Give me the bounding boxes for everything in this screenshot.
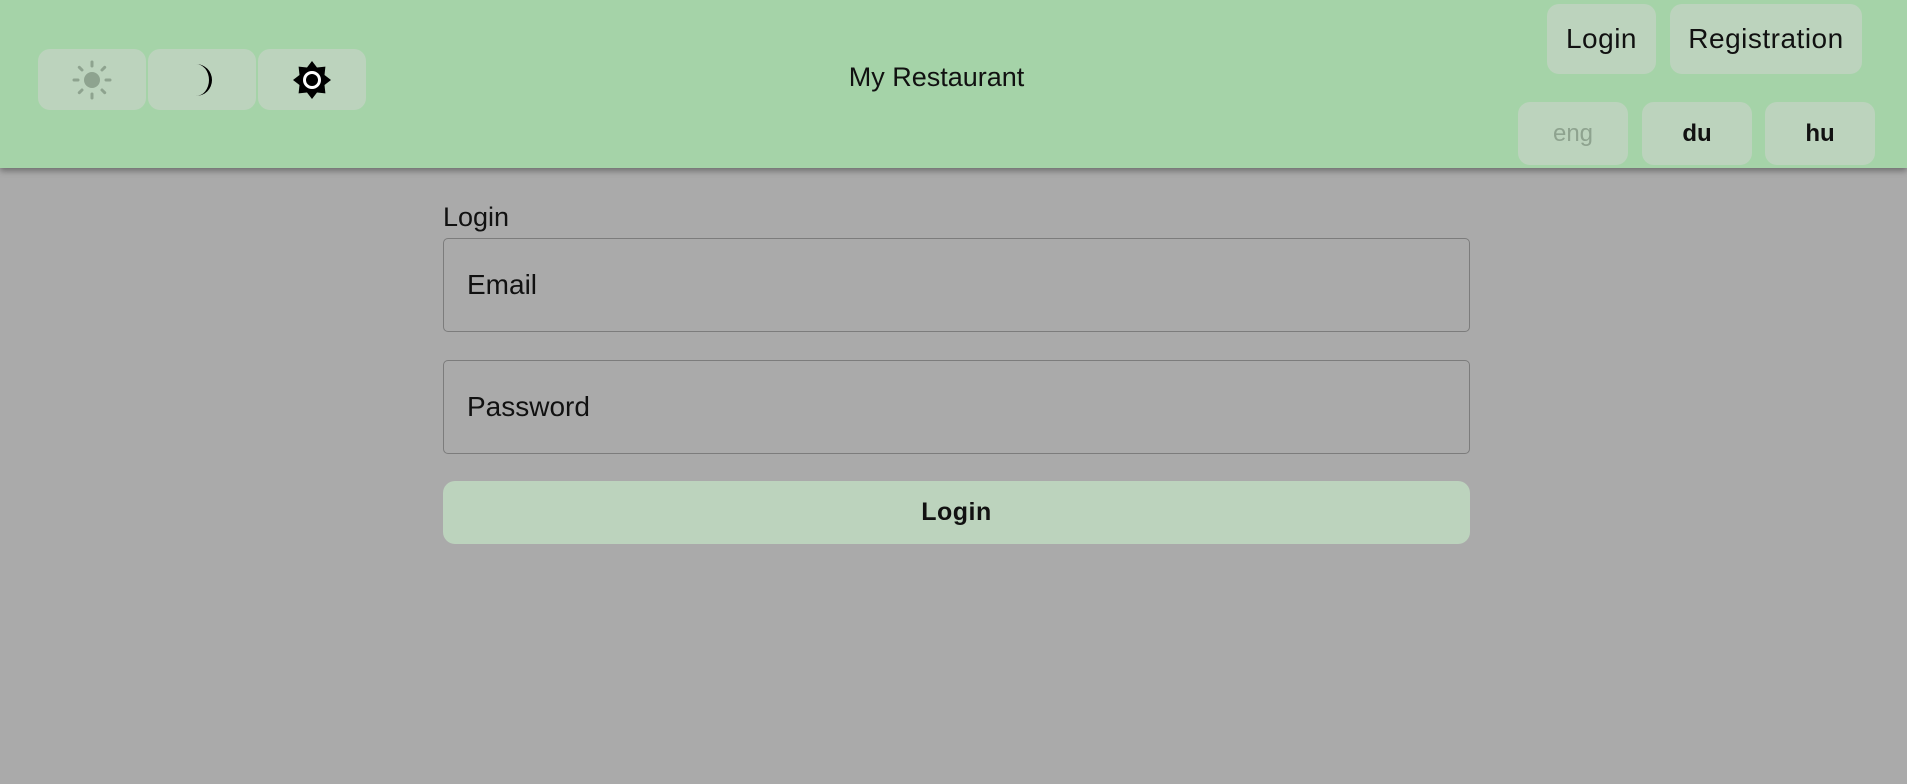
language-eng-button[interactable]: eng bbox=[1518, 102, 1628, 165]
nav-login-button[interactable]: Login bbox=[1547, 4, 1656, 74]
language-hu-button[interactable]: hu bbox=[1765, 102, 1875, 165]
login-submit-button[interactable]: Login bbox=[443, 481, 1470, 544]
app-bar: My Restaurant Login Registration eng du … bbox=[0, 0, 1907, 168]
login-form-title: Login bbox=[443, 202, 510, 232]
edge-artifact: : bbox=[0, 550, 1, 581]
password-field[interactable] bbox=[443, 360, 1470, 454]
email-field[interactable] bbox=[443, 238, 1470, 332]
language-du-button[interactable]: du bbox=[1642, 102, 1752, 165]
nav-registration-button[interactable]: Registration bbox=[1670, 4, 1862, 74]
